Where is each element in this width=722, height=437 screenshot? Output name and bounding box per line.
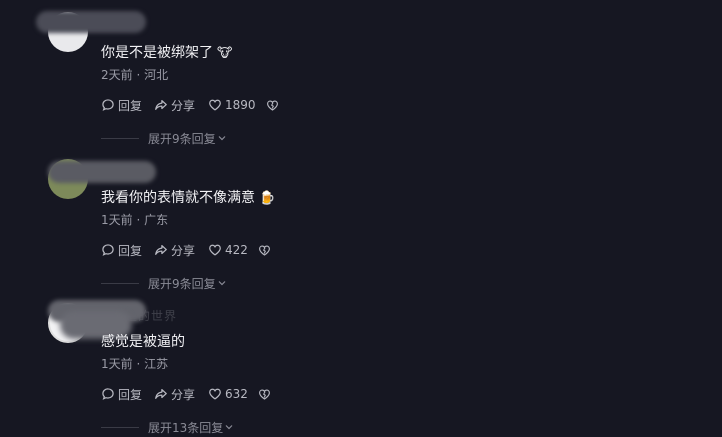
dislike-button[interactable] [266, 99, 279, 112]
reply-label: 回复 [118, 98, 143, 113]
chat-bubble-icon [102, 244, 114, 256]
heart-icon [209, 99, 221, 111]
heart-icon [209, 388, 221, 400]
like-button[interactable]: 1890 [208, 98, 256, 112]
broken-heart-icon [266, 100, 278, 111]
share-button[interactable]: 分享 [154, 97, 208, 114]
comment-item: 我看你的表情就不像满意 🍺 1天前 · 广东 回复 分享 422 展开9条回复 [0, 145, 722, 291]
comment-text: 你是不是被绑架了 🐮 [101, 42, 232, 62]
chat-bubble-icon [102, 99, 114, 111]
share-arrow-icon [155, 100, 167, 110]
heart-icon [209, 244, 221, 256]
chevron-down-icon [218, 136, 226, 141]
like-count: 1890 [225, 98, 256, 112]
expand-label: 展开9条回复 [148, 131, 216, 146]
reply-label: 回复 [118, 387, 143, 402]
comment-actions: 回复 分享 632 [101, 385, 271, 403]
share-label: 分享 [171, 98, 196, 113]
meta-separator: · [132, 213, 145, 227]
comment-actions: 回复 分享 422 [101, 241, 271, 259]
share-arrow-icon [155, 389, 167, 399]
divider [101, 282, 139, 284]
share-label: 分享 [171, 387, 196, 402]
like-button[interactable]: 422 [208, 243, 248, 257]
expand-replies-button[interactable]: 展开13条回复 [101, 420, 234, 435]
username-redacted[interactable] [36, 11, 146, 33]
comment-location: 河北 [144, 68, 169, 82]
chat-bubble-icon [102, 388, 114, 400]
comment-time: 1天前 [101, 357, 133, 371]
reply-button[interactable]: 回复 [101, 386, 154, 403]
reply-label: 回复 [118, 243, 143, 258]
like-count: 422 [225, 243, 248, 257]
comment-time: 2天前 [101, 68, 133, 82]
emoji-icon: 🍺 [259, 191, 276, 206]
expand-replies-button[interactable]: 展开9条回复 [101, 276, 227, 291]
share-button[interactable]: 分享 [154, 242, 208, 259]
meta-separator: · [132, 68, 145, 82]
comment-location: 江苏 [144, 357, 169, 371]
like-button[interactable]: 632 [208, 387, 248, 401]
comment-meta: 1天前 · 江苏 [101, 355, 168, 372]
expand-label: 展开13条回复 [148, 420, 224, 435]
emoji-icon: 🐮 [217, 46, 233, 61]
share-label: 分享 [171, 243, 196, 258]
reply-button[interactable]: 回复 [101, 242, 154, 259]
comment-meta: 1天前 · 广东 [101, 211, 168, 228]
comment-text-body: 感觉是被逼的 [101, 334, 185, 350]
chevron-down-icon [225, 425, 233, 430]
comment-text: 感觉是被逼的 [101, 331, 185, 351]
comment-text-body: 你是不是被绑架了 [101, 45, 213, 61]
comment-item: …道的世界 感觉是被逼的 1天前 · 江苏 回复 分享 632 展开13条回复 [0, 289, 722, 435]
comment-actions: 回复 分享 1890 [101, 96, 279, 114]
expand-replies-button[interactable]: 展开9条回复 [101, 131, 227, 146]
comment-item: 你是不是被绑架了 🐮 2天前 · 河北 回复 分享 1890 展开9条回复 [0, 0, 722, 146]
comment-text: 我看你的表情就不像满意 🍺 [101, 187, 275, 207]
username-redacted[interactable] [48, 161, 156, 183]
share-button[interactable]: 分享 [154, 386, 208, 403]
comment-meta: 2天前 · 河北 [101, 66, 168, 83]
broken-heart-icon [258, 245, 270, 256]
reply-button[interactable]: 回复 [101, 97, 154, 114]
dislike-button[interactable] [258, 244, 271, 257]
comment-location: 广东 [144, 213, 169, 227]
dislike-button[interactable] [258, 388, 271, 401]
share-arrow-icon [155, 245, 167, 255]
meta-separator: · [132, 357, 145, 371]
divider [101, 426, 139, 428]
like-count: 632 [225, 387, 248, 401]
comment-time: 1天前 [101, 213, 133, 227]
divider [101, 137, 139, 139]
broken-heart-icon [258, 389, 270, 400]
comment-text-body: 我看你的表情就不像满意 [101, 190, 255, 206]
chevron-down-icon [218, 281, 226, 286]
